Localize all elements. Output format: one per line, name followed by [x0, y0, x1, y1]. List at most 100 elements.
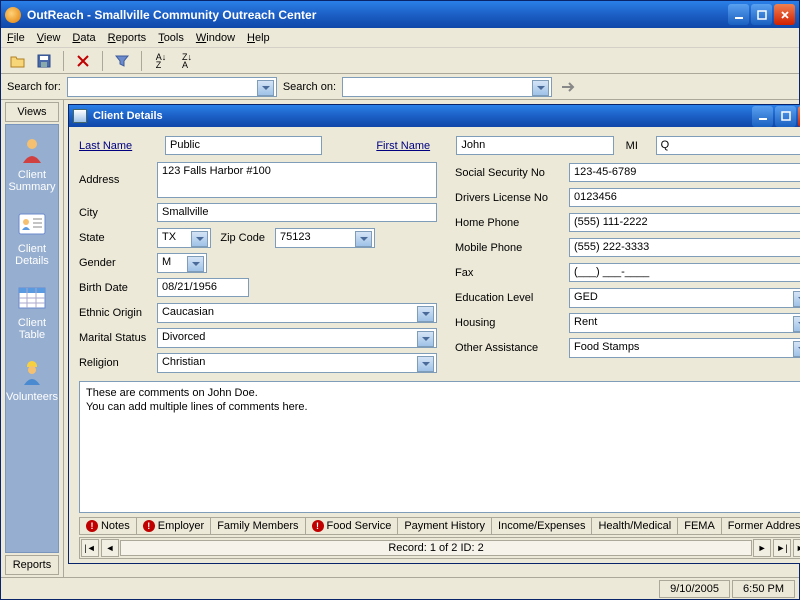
other-assist-label: Other Assistance: [455, 342, 565, 354]
menu-reports[interactable]: Reports: [108, 32, 147, 44]
reports-tab[interactable]: Reports: [5, 555, 59, 575]
birth-field[interactable]: 08/21/1956: [157, 278, 249, 297]
state-label: State: [79, 232, 153, 244]
sort-asc-button[interactable]: A↓Z: [150, 50, 172, 72]
tab-food-service[interactable]: !Food Service: [306, 517, 399, 535]
nav-prev-button[interactable]: ◄: [101, 539, 119, 557]
minimize-button[interactable]: [728, 4, 749, 25]
close-button[interactable]: [774, 4, 795, 25]
comments-field[interactable]: These are comments on John Doe. You can …: [79, 381, 800, 513]
sidebar-item-client-table[interactable]: Client Table: [6, 283, 58, 341]
tab-family-members[interactable]: Family Members: [211, 517, 305, 535]
app-window: OutReach - Smallville Community Outreach…: [0, 0, 800, 600]
mobile-phone-field[interactable]: (555) 222-3333: [569, 238, 800, 257]
first-name-label[interactable]: First Name: [376, 140, 444, 152]
nav-next-button[interactable]: ►: [753, 539, 771, 557]
menu-file[interactable]: File: [7, 32, 25, 44]
inner-minimize-button[interactable]: [752, 106, 773, 127]
mi-label: MI: [626, 140, 644, 152]
birth-label: Birth Date: [79, 282, 153, 294]
search-go-button[interactable]: [558, 76, 580, 98]
content-area: Client Details Last Name Public First Na…: [64, 100, 800, 577]
search-for-label: Search for:: [7, 81, 61, 93]
right-column: Social Security No 123-45-6789 Drivers L…: [455, 162, 800, 373]
nav-last-button[interactable]: ►|: [773, 539, 791, 557]
home-phone-label: Home Phone: [455, 217, 565, 229]
mi-field[interactable]: Q: [656, 136, 800, 155]
state-combo[interactable]: TX: [157, 228, 211, 248]
toolbar: A↓Z Z↓A: [1, 48, 799, 74]
menu-data[interactable]: Data: [72, 32, 95, 44]
save-button[interactable]: [33, 50, 55, 72]
window-title: OutReach - Smallville Community Outreach…: [27, 8, 728, 22]
app-icon: [5, 7, 21, 23]
dl-field[interactable]: 0123456: [569, 188, 800, 207]
search-on-label: Search on:: [283, 81, 336, 93]
menu-view[interactable]: View: [37, 32, 61, 44]
fax-field[interactable]: (___) ___-____: [569, 263, 800, 282]
marital-combo[interactable]: Divorced: [157, 328, 437, 348]
nav-first-button[interactable]: |◄: [81, 539, 99, 557]
ssn-field[interactable]: 123-45-6789: [569, 163, 800, 182]
nav-new-button[interactable]: ►*: [793, 539, 800, 557]
client-details-window: Client Details Last Name Public First Na…: [68, 104, 800, 564]
left-column: Address 123 Falls Harbor #100 City Small…: [79, 162, 437, 373]
housing-label: Housing: [455, 317, 565, 329]
education-combo[interactable]: GED: [569, 288, 800, 308]
warning-icon: !: [312, 520, 324, 532]
mobile-phone-label: Mobile Phone: [455, 242, 565, 254]
address-field[interactable]: 123 Falls Harbor #100: [157, 162, 437, 198]
first-name-field[interactable]: John: [456, 136, 613, 155]
zip-combo[interactable]: 75123: [275, 228, 375, 248]
warning-icon: !: [143, 520, 155, 532]
open-button[interactable]: [7, 50, 29, 72]
search-on-combo[interactable]: [342, 77, 552, 97]
menu-window[interactable]: Window: [196, 32, 235, 44]
table-icon: [17, 283, 47, 313]
sidebar-nav: Client Summary Client Details Client Tab…: [5, 124, 59, 553]
tab-health-medical[interactable]: Health/Medical: [592, 517, 678, 535]
inner-titlebar: Client Details: [69, 105, 800, 127]
zip-label: Zip Code: [215, 232, 271, 244]
sidebar-item-client-summary[interactable]: Client Summary: [6, 135, 58, 193]
views-tab[interactable]: Views: [5, 102, 59, 122]
inner-maximize-button[interactable]: [775, 106, 796, 127]
last-name-label[interactable]: Last Name: [79, 140, 153, 152]
menubar: File View Data Reports Tools Window Help: [1, 28, 799, 48]
statusbar: 9/10/2005 6:50 PM: [1, 577, 799, 599]
record-status: Record: 1 of 2 ID: 2: [120, 540, 752, 556]
last-name-field[interactable]: Public: [165, 136, 322, 155]
address-label: Address: [79, 174, 153, 186]
gender-label: Gender: [79, 257, 153, 269]
dl-label: Drivers License No: [455, 192, 565, 204]
other-assist-combo[interactable]: Food Stamps: [569, 338, 800, 358]
maximize-button[interactable]: [751, 4, 772, 25]
tab-income-expenses[interactable]: Income/Expenses: [492, 517, 592, 535]
tab-former-address[interactable]: Former Address: [722, 517, 800, 535]
menu-tools[interactable]: Tools: [158, 32, 184, 44]
tab-employer[interactable]: !Employer: [137, 517, 211, 535]
inner-title: Client Details: [91, 110, 752, 122]
religion-combo[interactable]: Christian: [157, 353, 437, 373]
filter-button[interactable]: [111, 50, 133, 72]
sort-desc-button[interactable]: Z↓A: [176, 50, 198, 72]
detail-tabs: !Notes!EmployerFamily Members!Food Servi…: [79, 517, 800, 535]
worker-icon: [17, 357, 47, 387]
sidebar-item-volunteers[interactable]: Volunteers: [6, 357, 58, 403]
city-field[interactable]: Smallville: [157, 203, 437, 222]
housing-combo[interactable]: Rent: [569, 313, 800, 333]
tab-payment-history[interactable]: Payment History: [398, 517, 492, 535]
person-icon: [17, 135, 47, 165]
status-date: 9/10/2005: [659, 580, 730, 598]
sidebar-item-client-details[interactable]: Client Details: [6, 209, 58, 267]
tab-notes[interactable]: !Notes: [79, 517, 137, 535]
left-panel: Views Client Summary Client Details Clie…: [1, 100, 64, 577]
tab-fema[interactable]: FEMA: [678, 517, 722, 535]
menu-help[interactable]: Help: [247, 32, 270, 44]
home-phone-field[interactable]: (555) 111-2222: [569, 213, 800, 232]
gender-combo[interactable]: M: [157, 253, 207, 273]
record-navigator: |◄ ◄ Record: 1 of 2 ID: 2 ► ►| ►*: [79, 537, 800, 559]
delete-button[interactable]: [72, 50, 94, 72]
search-for-combo[interactable]: [67, 77, 277, 97]
ethnic-combo[interactable]: Caucasian: [157, 303, 437, 323]
